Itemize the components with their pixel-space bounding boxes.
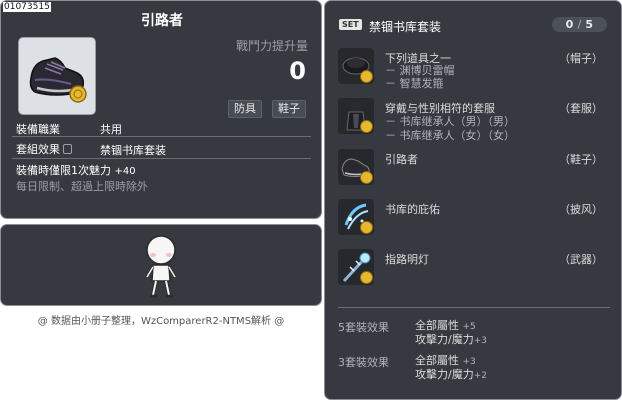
effect-num: +2 (473, 371, 487, 381)
set-effect-5-line2: 攻擊力/魔力+3 (415, 333, 487, 348)
black-cap-icon (338, 48, 374, 84)
set-tooltip-panel: SET 禁锢书库套装 0/5 下列道具之一 （帽子） － 渊博贝雷帽 － 智慧发… (324, 0, 622, 400)
effect-text: 攻擊力/魔力 (415, 333, 474, 346)
set-item-type: （套服） (559, 102, 603, 115)
character-avatar (145, 235, 177, 298)
set-item-sub: － 书库继承人（男）（男） (385, 115, 515, 128)
shoe-icon (29, 57, 87, 103)
set-item-sub: － 渊博贝雷帽 (385, 64, 455, 77)
set-effect-3-line2: 攻擊力/魔力+2 (415, 368, 487, 383)
set-effect-3-label: 3套裝效果 (338, 356, 389, 369)
robe-icon (338, 98, 374, 134)
power-value: 0 (289, 57, 306, 85)
set-item-type: （披风） (559, 203, 603, 216)
time-limit-label: 裝備時僅限1次魅力 (16, 164, 111, 177)
character-preview-panel (0, 224, 322, 306)
set-effect-5-label: 5套裝效果 (338, 321, 389, 334)
set-item-type: （武器） (559, 253, 603, 266)
set-total: 5 (585, 18, 593, 31)
set-count: 0/5 (551, 17, 607, 32)
daily-limit-note: 每日限制、超過上限時除外 (16, 180, 148, 193)
watermark-text: @ 数据由小册子整理，WzComparerR2-NTMS解析 @ (37, 316, 285, 327)
item-tooltip-panel: 01073515 引路者 戰鬥力提升量 0 防具 鞋子 裝備職業 共用 套組效果… (0, 0, 322, 219)
set-item-name: 引路者 (385, 153, 418, 166)
job-label: 裝備職業 (16, 123, 60, 136)
set-item-type: （鞋子） (559, 153, 603, 166)
set-item-name: 书库的庇佑 (385, 203, 440, 216)
power-label: 戰鬥力提升量 (235, 39, 308, 53)
effect-num: +3 (462, 357, 476, 367)
lock-icon (63, 144, 72, 154)
effect-text: 全部屬性 (415, 354, 459, 367)
effect-num: +3 (473, 336, 487, 346)
set-effect-3-line1: 全部屬性 +3 (415, 354, 476, 369)
item-title: 引路者 (141, 13, 183, 29)
effect-text: 全部屬性 (415, 319, 459, 332)
divider (338, 307, 610, 308)
divider (12, 158, 311, 159)
effect-num: +5 (462, 322, 476, 332)
set-owned: 0 (565, 18, 574, 31)
set-name: 禁锢书库套装 (369, 20, 442, 34)
cape-icon (338, 199, 374, 235)
time-limit-value: +40 (114, 166, 136, 177)
divider (12, 136, 311, 137)
effect-text: 攻擊力/魔力 (415, 368, 474, 381)
set-item-name: 穿戴与性别相符的套服 (385, 102, 495, 115)
set-effect-5-line1: 全部屬性 +5 (415, 319, 476, 334)
set-badge: SET (339, 19, 362, 30)
job-value: 共用 (100, 123, 122, 136)
set-item-name: 指路明灯 (385, 253, 429, 266)
set-item-type: （帽子） (559, 52, 603, 65)
item-icon-box (18, 37, 96, 115)
set-item-sub: － 智慧发箍 (385, 77, 444, 90)
tag-shoes: 鞋子 (272, 100, 306, 118)
tag-armor: 防具 (228, 100, 262, 118)
shoe-icon (338, 149, 374, 185)
set-item-sub: － 书库继承人（女）（女） (385, 129, 515, 142)
set-effect-value: 禁锢书库套装 (100, 144, 166, 157)
set-effect-label: 套組效果 (16, 143, 60, 156)
staff-icon (338, 249, 374, 285)
